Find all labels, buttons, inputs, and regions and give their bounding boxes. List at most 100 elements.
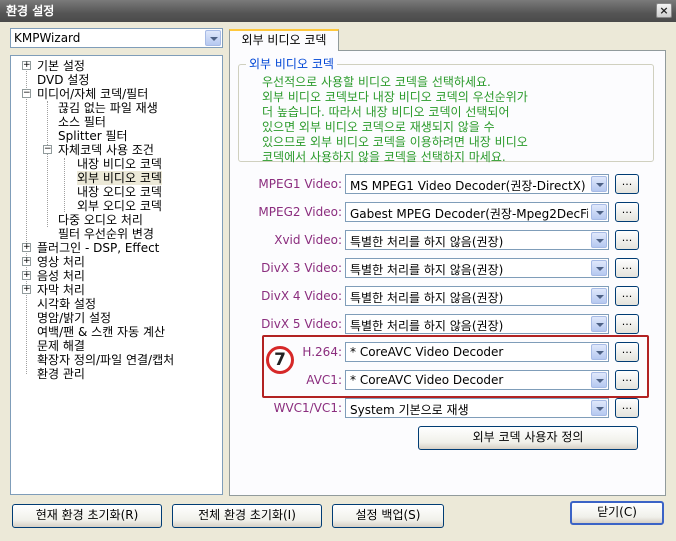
tree-item-label: 기본 설정 [37,59,85,73]
codec-value: 특별한 처리를 하지 않음(권장) [350,235,504,249]
collapse-icon[interactable]: − [43,145,52,154]
browse-button-divx5[interactable]: ... [615,314,639,334]
expand-icon[interactable]: + [22,61,31,70]
codec-select-wvc1[interactable]: System 기본으로 재생 [345,398,609,418]
codec-label-divx3: DivX 3 Video: [261,261,342,275]
tree-item-filter-priority[interactable]: 필터 우선순위 변경 [58,227,154,241]
tree-item-label: 자체코덱 사용 조건 [58,143,154,157]
tree-item-label: 필터 우선순위 변경 [58,227,154,241]
custom-codec-button[interactable]: 외부 코덱 사용자 정의 [418,426,638,450]
tree-guide-line [47,101,48,227]
tree-item-brightness[interactable]: 명암/밝기 설정 [37,311,111,325]
codec-select-mpeg1[interactable]: MS MPEG1 Video Decoder(권장-DirectX) [345,174,609,194]
tab-external-video-codec[interactable]: 외부 비디오 코덱 [229,29,339,51]
tree-item-label: 음성 처리 [37,269,85,283]
tree-item-label: 문제 해결 [37,339,85,353]
codec-label-divx4: DivX 4 Video: [261,289,342,303]
tree-item-env-management[interactable]: 환경 관리 [37,367,85,381]
tree-item-dvd[interactable]: DVD 설정 [37,73,89,87]
codec-label-wvc1: WVC1/VC1: [273,401,342,415]
description-line: 코덱에서 사용하지 않을 코덱을 선택하지 마세요. [262,150,506,164]
expand-icon[interactable]: + [22,271,31,280]
codec-select-xvid[interactable]: 특별한 처리를 하지 않음(권장) [345,230,609,250]
group-title: 외부 비디오 코덱 [246,55,337,72]
chevron-down-icon[interactable] [591,232,607,248]
browse-button-mpeg2[interactable]: ... [615,202,639,222]
tree-item-troubleshoot[interactable]: 문제 해결 [37,339,85,353]
codec-value: 특별한 처리를 하지 않음(권장) [350,319,504,333]
step-badge: 7 [266,346,294,374]
browse-button-divx3[interactable]: ... [615,258,639,278]
tree-item-label: 시각화 설정 [37,297,97,311]
tree-item-label: 영상 처리 [37,255,85,269]
chevron-down-icon[interactable] [591,316,607,332]
expand-icon[interactable]: + [22,285,31,294]
tree-item-label: 환경 관리 [37,367,85,381]
profile-select[interactable]: KMPWizard [10,28,223,48]
tree-item-seamless[interactable]: 끊김 없는 파일 재생 [58,101,158,115]
codec-select-divx3[interactable]: 특별한 처리를 하지 않음(권장) [345,258,609,278]
tree-item-multi-audio[interactable]: 다중 오디오 처리 [58,213,143,227]
tree-item-label: 내장 오디오 코덱 [77,185,162,199]
tree-item-label: 내장 비디오 코덱 [77,157,162,171]
browse-button-mpeg1[interactable]: ... [615,174,639,194]
tree-item-label: 명암/밝기 설정 [37,311,112,325]
codec-label-mpeg2: MPEG2 Video: [258,205,342,219]
tree-item-label: 자막 처리 [37,283,85,297]
reset-all-button[interactable]: 전체 환경 초기화(I) [172,504,322,528]
expand-icon[interactable]: + [22,257,31,266]
codec-select-divx5[interactable]: 특별한 처리를 하지 않음(권장) [345,314,609,334]
tree-item-internal-video-codec[interactable]: 내장 비디오 코덱 [77,157,162,171]
settings-tree[interactable]: + 기본 설정 DVD 설정 − 미디어/자체 코덱/필터 끊김 없는 파일 재… [10,55,223,495]
reset-current-button[interactable]: 현재 환경 초기화(R) [12,504,162,528]
window-title: 환경 설정 [6,4,55,18]
browse-button-divx4[interactable]: ... [615,286,639,306]
tree-item-splitter[interactable]: Splitter 필터 [58,129,128,143]
expand-icon[interactable]: + [22,243,31,252]
tree-guide-line [64,158,65,212]
codec-value: 특별한 처리를 하지 않음(권장) [350,291,504,305]
chevron-down-icon[interactable] [591,260,607,276]
tree-item-internal-audio-codec[interactable]: 내장 오디오 코덱 [77,185,162,199]
chevron-down-icon[interactable] [591,176,607,192]
description-line: 더 높습니다. 따라서 내장 비디오 코덱이 선택되어 [262,105,510,119]
chevron-down-icon[interactable] [591,288,607,304]
tree-item-label: 끊김 없는 파일 재생 [58,101,158,115]
chevron-down-icon[interactable] [205,30,221,46]
tree-item-external-video-codec[interactable]: 외부 비디오 코덱 [77,171,162,185]
chevron-down-icon[interactable] [591,204,607,220]
tree-item-label: Splitter 필터 [58,129,128,143]
codec-value: 특별한 처리를 하지 않음(권장) [350,263,504,277]
tree-item-label: 다중 오디오 처리 [58,213,143,227]
profile-value: KMPWizard [14,31,81,45]
codec-label-xvid: Xvid Video: [274,233,342,247]
tree-item-source-filter[interactable]: 소스 필터 [58,115,106,129]
settings-window: 환경 설정 × KMPWizard + 기본 설정 DVD 설정 − 미디어/자… [0,0,676,541]
tree-item-extensions[interactable]: 확장자 정의/파일 연결/캡처 [37,353,174,367]
title-bar: 환경 설정 × [0,0,676,22]
codec-value: Gabest MPEG Decoder(권장-Mpeg2DecFil [350,207,588,221]
codec-label-divx5: DivX 5 Video: [261,317,342,331]
codec-label-mpeg1: MPEG1 Video: [258,177,342,191]
codec-select-mpeg2[interactable]: Gabest MPEG Decoder(권장-Mpeg2DecFil [345,202,609,222]
browse-button-xvid[interactable]: ... [615,230,639,250]
backup-button[interactable]: 설정 백업(S) [332,504,444,528]
tree-item-external-audio-codec[interactable]: 외부 오디오 코덱 [77,199,162,213]
description-line: 있으면 외부 비디오 코덱으로 재생되지 않을 수 [262,120,495,134]
codec-value: System 기본으로 재생 [350,403,469,417]
chevron-down-icon[interactable] [591,400,607,416]
description-line: 있으므로 외부 비디오 코덱을 이용하려면 내장 비디오 [262,135,528,149]
codec-select-divx4[interactable]: 특별한 처리를 하지 않음(권장) [345,286,609,306]
browse-button-wvc1[interactable]: ... [615,398,639,418]
tree-item-margin-pan-scan[interactable]: 여백/팬 & 스캔 자동 계산 [37,325,165,339]
description-text: 우선적으로 사용할 비디오 코덱을 선택하세요. 외부 비디오 코덱보다 내장 … [262,75,652,165]
close-button[interactable]: 닫기(C) [570,501,664,525]
tree-item-label: 여백/팬 & 스캔 자동 계산 [37,325,166,339]
tree-item-visualization[interactable]: 시각화 설정 [37,297,96,311]
tree-item-label: 외부 오디오 코덱 [77,199,162,213]
close-window-button[interactable]: × [656,3,672,18]
tree-item-label: 확장자 정의/파일 연결/캡처 [37,353,175,367]
collapse-icon[interactable]: − [22,89,31,98]
description-line: 우선적으로 사용할 비디오 코덱을 선택하세요. [262,75,491,89]
tree-item-label: 미디어/자체 코덱/필터 [37,87,149,101]
